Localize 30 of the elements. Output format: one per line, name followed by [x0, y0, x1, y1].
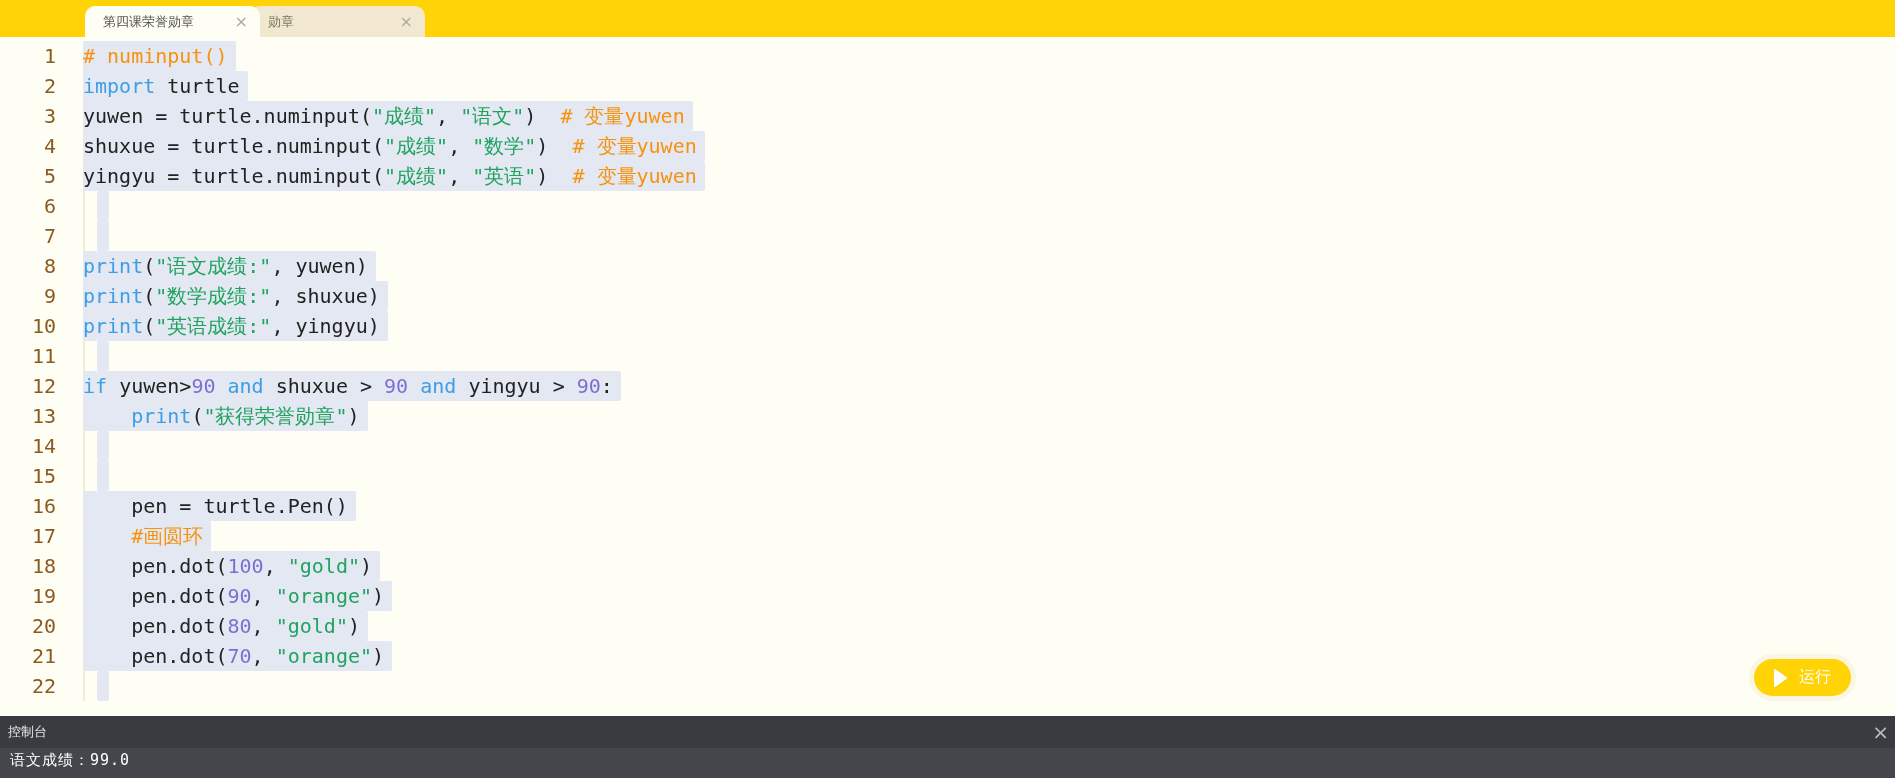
line-number: 1	[42, 43, 57, 70]
tab-label: 勋章	[268, 12, 294, 31]
play-icon	[1774, 668, 1787, 687]
line-number: 19	[30, 583, 57, 610]
line-number: 8	[42, 253, 57, 280]
line-number: 2	[42, 73, 57, 100]
line-number: 17	[30, 523, 57, 550]
tab-label: 第四课荣誉勋章	[103, 12, 194, 31]
line-number: 5	[42, 163, 57, 190]
line-number: 18	[30, 553, 57, 580]
line-number: 11	[30, 343, 57, 370]
line-number: 13	[30, 403, 57, 430]
line-number: 10	[30, 313, 57, 340]
line-number: 12	[30, 373, 57, 400]
line-number: 6	[42, 193, 57, 220]
output-line: 语文成绩：99.0	[10, 752, 132, 768]
line-number: 4	[42, 133, 57, 160]
line-number: 3	[42, 103, 57, 130]
line-number: 22	[30, 673, 57, 700]
line-number: 14	[30, 433, 57, 460]
close-icon[interactable]: ×	[1872, 720, 1889, 744]
close-icon[interactable]: ×	[234, 12, 248, 31]
line-number: 20	[30, 613, 57, 640]
line-number: 16	[30, 493, 57, 520]
console-title: 控制台	[8, 723, 47, 741]
line-number: 21	[30, 643, 57, 670]
line-number: 7	[42, 223, 57, 250]
line-number: 15	[30, 463, 57, 490]
line-number: 9	[42, 283, 57, 310]
editor-tab[interactable]: 第四课荣誉勋章 ×	[85, 6, 260, 37]
